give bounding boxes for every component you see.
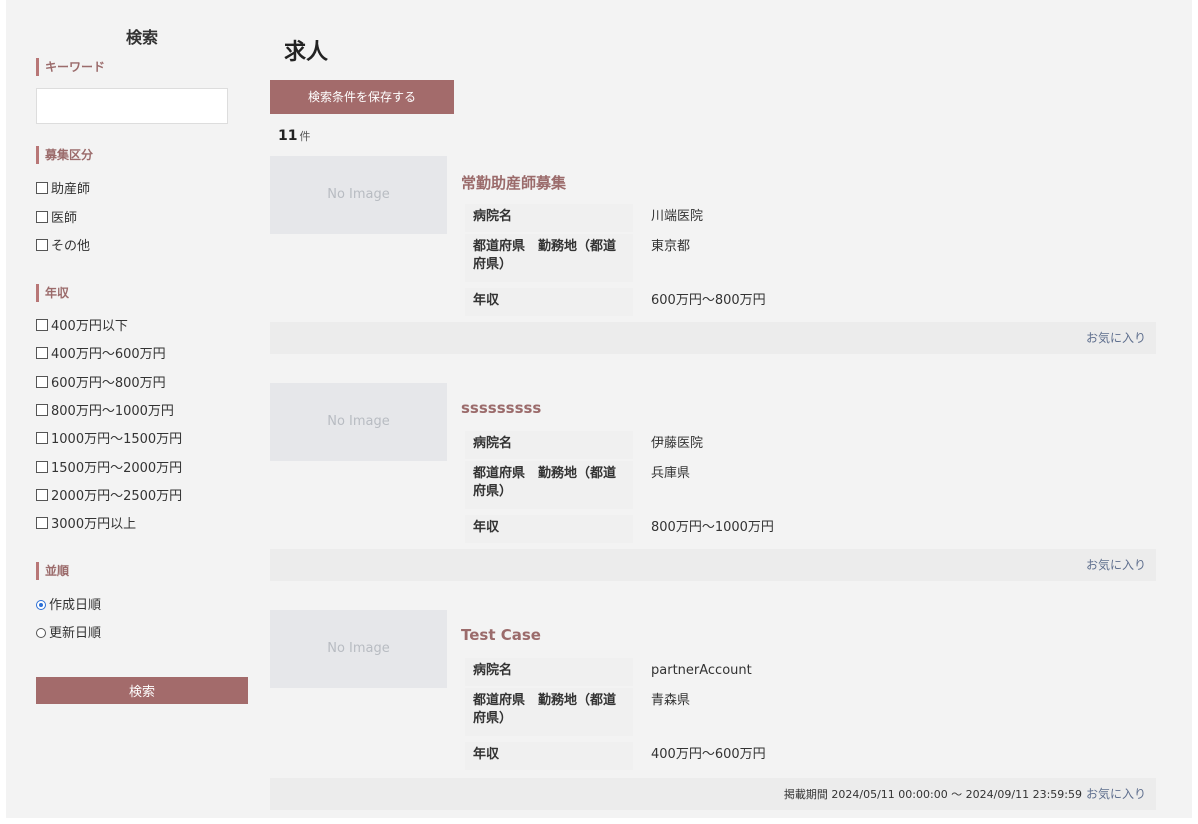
checkbox-icon[interactable] [36, 211, 48, 223]
category-checkbox-midwife[interactable]: 助産師 [36, 182, 90, 198]
checkbox-icon[interactable] [36, 347, 48, 359]
sidebar-title: 検索 [125, 28, 158, 47]
checkbox-icon[interactable] [36, 376, 48, 388]
income-checkbox-3[interactable]: 800万円〜1000万円 [36, 404, 174, 420]
page-title: 求人 [284, 40, 329, 65]
income-section-label: 年収 [36, 284, 69, 302]
checkbox-icon[interactable] [36, 489, 48, 501]
sort-section-label: 並順 [36, 562, 69, 580]
favorite-link[interactable]: お気に入り [1086, 558, 1146, 572]
income-checkbox-5[interactable]: 1500万円〜2000万円 [36, 461, 182, 477]
category-section-label: 募集区分 [36, 146, 93, 164]
job-thumbnail: No Image [270, 610, 447, 688]
checkbox-icon[interactable] [36, 404, 48, 416]
income-checkbox-7[interactable]: 3000万円以上 [36, 517, 136, 533]
checkbox-icon[interactable] [36, 182, 48, 194]
checkbox-icon[interactable] [36, 517, 48, 529]
job-footer: お気に入り [270, 322, 1156, 354]
checkbox-icon[interactable] [36, 239, 48, 251]
radio-selected-icon[interactable] [36, 600, 46, 610]
job-period: 掲載期間 2024/05/11 00:00:00 〜 2024/09/11 23… [783, 788, 1082, 801]
result-count: 11 件 [278, 128, 311, 144]
sort-radio-updated[interactable]: 更新日順 [36, 626, 101, 642]
search-button[interactable]: 検索 [36, 677, 248, 704]
category-checkbox-doctor[interactable]: 医師 [36, 211, 77, 227]
job-footer: お気に入り [270, 549, 1156, 581]
keyword-input[interactable] [36, 88, 228, 124]
keyword-section-label: キーワード [36, 58, 105, 76]
favorite-link[interactable]: お気に入り [1086, 331, 1146, 345]
income-checkbox-4[interactable]: 1000万円〜1500万円 [36, 432, 182, 448]
income-checkbox-1[interactable]: 400万円〜600万円 [36, 347, 166, 363]
job-footer: 掲載期間 2024/05/11 00:00:00 〜 2024/09/11 23… [270, 778, 1156, 810]
job-title-link[interactable]: Test Case [461, 626, 541, 644]
income-checkbox-2[interactable]: 600万円〜800万円 [36, 376, 166, 392]
job-title-link[interactable]: 常勤助産師募集 [461, 172, 566, 193]
income-checkbox-0[interactable]: 400万円以下 [36, 319, 128, 335]
radio-icon[interactable] [36, 628, 46, 638]
save-search-button[interactable]: 検索条件を保存する [270, 80, 454, 114]
checkbox-icon[interactable] [36, 432, 48, 444]
income-checkbox-6[interactable]: 2000万円〜2500万円 [36, 489, 182, 505]
checkbox-icon[interactable] [36, 461, 48, 473]
category-checkbox-other[interactable]: その他 [36, 239, 90, 255]
favorite-link[interactable]: お気に入り [1086, 787, 1146, 801]
checkbox-icon[interactable] [36, 319, 48, 331]
sort-radio-created[interactable]: 作成日順 [36, 598, 101, 614]
job-thumbnail: No Image [270, 383, 447, 461]
job-title-link[interactable]: sssssssss [461, 399, 541, 417]
job-thumbnail: No Image [270, 156, 447, 234]
